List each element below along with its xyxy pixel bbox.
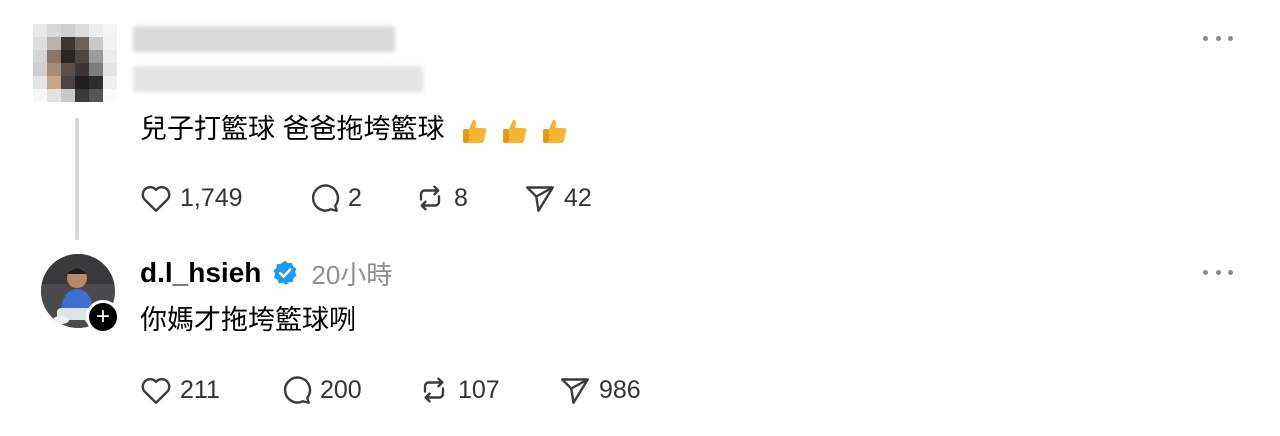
share-button[interactable]: 42 xyxy=(522,180,592,216)
like-count: 211 xyxy=(180,375,220,404)
plus-icon: + xyxy=(95,303,110,330)
thumbs-up-icon xyxy=(463,119,487,143)
thread-line xyxy=(75,118,79,240)
heart-icon xyxy=(141,185,171,212)
like-button[interactable]: 1,749 xyxy=(138,180,306,216)
emoji-group xyxy=(460,116,570,146)
repost-icon xyxy=(419,185,441,211)
reply-button[interactable]: 2 xyxy=(306,180,412,216)
dot-icon xyxy=(1203,35,1208,41)
post-actions: 1,749 2 8 42 xyxy=(138,178,592,218)
repost-icon xyxy=(423,377,445,403)
heart-icon xyxy=(141,377,171,404)
timestamp: 20小時 xyxy=(311,259,393,290)
obscured-subtitle xyxy=(133,66,423,92)
thumbs-up-icon xyxy=(543,119,567,143)
avatar[interactable] xyxy=(33,24,117,102)
post-header: d.l_hsieh 20小時 xyxy=(140,255,392,291)
more-options-button[interactable] xyxy=(1203,264,1233,280)
send-icon xyxy=(561,378,589,404)
dot-icon xyxy=(1228,35,1233,41)
like-count: 1,749 xyxy=(180,183,243,212)
repost-count: 8 xyxy=(454,183,468,212)
post-text: 你媽才拖垮籃球咧 xyxy=(140,305,356,335)
dot-icon xyxy=(1228,269,1233,275)
reply-count: 200 xyxy=(320,375,362,404)
dot-icon xyxy=(1215,35,1221,41)
repost-button[interactable]: 107 xyxy=(416,372,557,408)
comment-icon xyxy=(311,184,340,212)
share-count: 42 xyxy=(564,183,592,212)
dot-icon xyxy=(1215,269,1221,275)
like-button[interactable]: 211 xyxy=(138,372,278,408)
verified-badge-icon xyxy=(273,260,298,285)
repost-button[interactable]: 8 xyxy=(412,180,522,216)
thumbs-up-icon xyxy=(503,119,527,143)
dot-icon xyxy=(1203,269,1208,275)
comment-icon xyxy=(283,376,312,404)
send-icon xyxy=(526,186,554,212)
post-actions: 211 200 107 986 xyxy=(138,370,641,410)
share-count: 986 xyxy=(599,375,641,404)
username[interactable]: d.l_hsieh xyxy=(140,257,261,289)
obscured-username xyxy=(133,26,395,52)
follow-button[interactable]: + xyxy=(86,300,120,334)
repost-count: 107 xyxy=(458,375,500,404)
reply-button[interactable]: 200 xyxy=(278,372,416,408)
post-body: 兒子打籃球 爸爸拖垮籃球 xyxy=(140,112,570,146)
post-text: 兒子打籃球 爸爸拖垮籃球 xyxy=(140,114,445,144)
more-options-button[interactable] xyxy=(1203,30,1233,46)
share-button[interactable]: 986 xyxy=(557,372,641,408)
reply-count: 2 xyxy=(348,183,362,212)
